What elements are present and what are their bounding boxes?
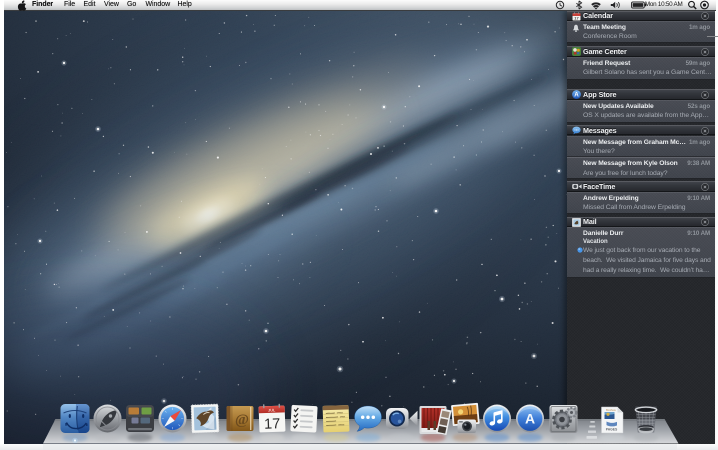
svg-text:A: A [574, 92, 579, 99]
svg-text:PAGES: PAGES [606, 428, 618, 432]
svg-text:A: A [525, 411, 535, 427]
svg-text:17: 17 [574, 15, 579, 20]
svg-text:Brochure: Brochure [606, 409, 616, 412]
svg-text:17: 17 [264, 416, 281, 433]
svg-text:@: @ [235, 412, 249, 428]
svg-text:JUL: JUL [268, 408, 276, 412]
